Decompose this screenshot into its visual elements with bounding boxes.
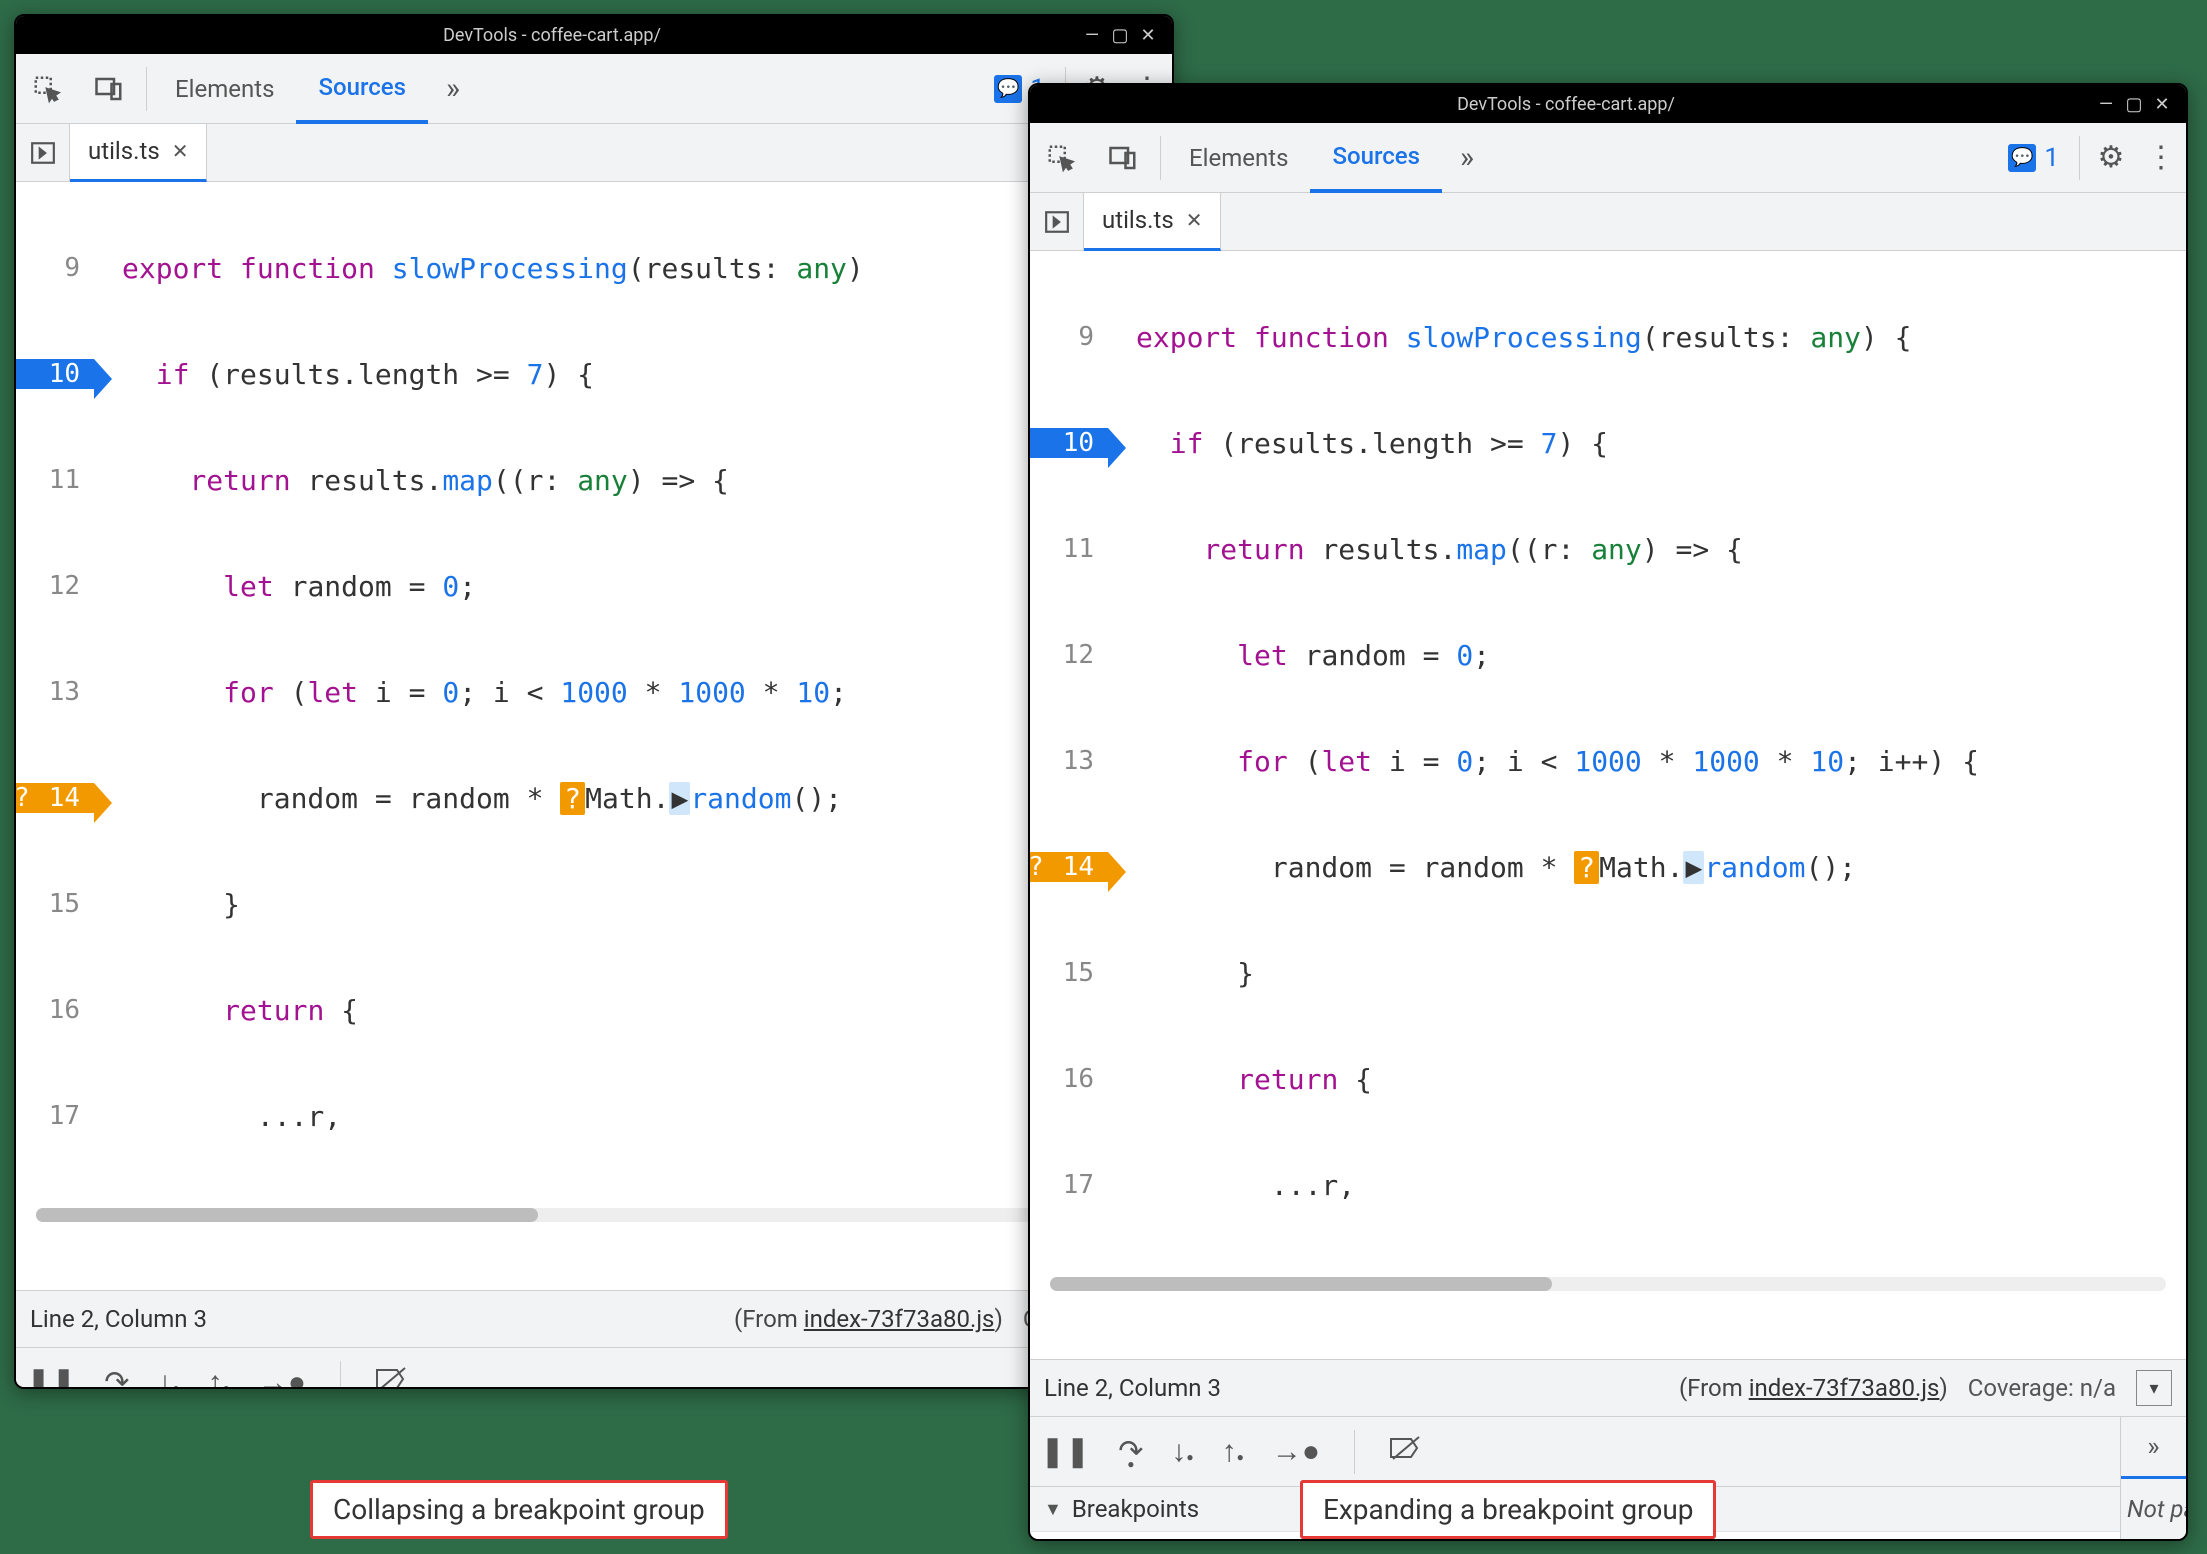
line-number-breakpoint[interactable]: 10: [16, 359, 94, 389]
collapse-icon: ▼: [1044, 1499, 1062, 1520]
close-tab-icon[interactable]: ✕: [172, 139, 189, 163]
caption-left: Collapsing a breakpoint group: [310, 1480, 728, 1539]
source-mapped-from: (From index-73f73a80.js): [734, 1305, 1003, 1333]
line-number[interactable]: 13: [16, 677, 94, 707]
file-tabs: utils.ts ✕: [1030, 193, 2186, 251]
tab-elements[interactable]: Elements: [1167, 123, 1310, 193]
step-out-icon[interactable]: ↑●: [208, 1365, 230, 1389]
mapped-source-link[interactable]: index-73f73a80.js: [1749, 1374, 1940, 1402]
file-name: utils.ts: [88, 137, 160, 165]
close-tab-icon[interactable]: ✕: [1186, 208, 1203, 232]
panel-title: Breakpoints: [1072, 1495, 1199, 1523]
step-into-icon[interactable]: ↓●: [157, 1365, 179, 1389]
tabs-more-icon[interactable]: »: [1442, 140, 1492, 175]
deactivate-breakpoints-icon[interactable]: [375, 1365, 409, 1389]
line-number-conditional-breakpoint[interactable]: 14: [16, 783, 94, 813]
not-paused-truncated: Not pa: [2121, 1479, 2186, 1541]
inspect-icon[interactable]: [16, 74, 78, 104]
show-navigator-icon[interactable]: [1030, 193, 1084, 251]
step-into-icon[interactable]: ↓●: [1171, 1434, 1193, 1469]
issues-count: 1: [2044, 143, 2059, 173]
main-toolbar: Elements Sources » 💬 1 ⚙ ⋮: [16, 54, 1172, 124]
step-over-icon[interactable]: ↷●: [1118, 1434, 1143, 1469]
window-title: DevTools - coffee-cart.app/: [26, 25, 1078, 46]
separator: [2079, 136, 2080, 180]
device-toggle-icon[interactable]: [78, 74, 140, 104]
more-icon[interactable]: ⋮: [2136, 123, 2186, 193]
details-toggle-icon[interactable]: ▾: [2136, 1370, 2172, 1406]
line-number[interactable]: 16: [16, 995, 94, 1025]
close-button[interactable]: ✕: [1134, 25, 1162, 46]
step-icon[interactable]: →●: [1272, 1434, 1320, 1469]
separator: [1160, 136, 1161, 180]
inspect-icon[interactable]: [1030, 143, 1092, 173]
line-number[interactable]: 11: [16, 465, 94, 495]
titlebar: DevTools - coffee-cart.app/ — ▢ ✕: [1030, 85, 2186, 123]
file-name: utils.ts: [1102, 206, 1174, 234]
step-icon[interactable]: →●: [258, 1365, 306, 1389]
source-mapped-from: (From index-73f73a80.js): [1679, 1374, 1948, 1402]
line-number[interactable]: 9: [1030, 322, 1108, 352]
main-toolbar: Elements Sources » 💬 1 ⚙ ⋮: [1030, 123, 2186, 193]
debugger-toolbar: ❚❚ ↷● ↓● ↑● →●: [1030, 1417, 2120, 1487]
mapped-source-link[interactable]: index-73f73a80.js: [804, 1305, 995, 1333]
line-number[interactable]: 9: [16, 253, 94, 283]
file-tab-utils[interactable]: utils.ts ✕: [1084, 193, 1221, 251]
code-editor[interactable]: 9export function slowProcessing(results:…: [1030, 251, 2186, 1359]
minimize-button[interactable]: —: [1078, 25, 1106, 46]
window-title: DevTools - coffee-cart.app/: [1040, 94, 2092, 115]
tab-elements[interactable]: Elements: [153, 54, 296, 124]
line-number[interactable]: 17: [16, 1101, 94, 1131]
settings-icon[interactable]: ⚙: [2086, 123, 2136, 193]
pause-icon[interactable]: ❚❚: [26, 1365, 76, 1389]
more-panels-icon[interactable]: »: [2121, 1417, 2186, 1479]
line-number-breakpoint[interactable]: 10: [1030, 428, 1108, 458]
step-out-icon[interactable]: ↑●: [1222, 1434, 1244, 1469]
line-number[interactable]: 15: [1030, 958, 1108, 988]
code-editor[interactable]: 9export function slowProcessing(results:…: [16, 182, 1172, 1290]
line-number[interactable]: 12: [1030, 640, 1108, 670]
status-bar: Line 2, Column 3 (From index-73f73a80.js…: [1030, 1359, 2186, 1417]
pause-icon[interactable]: ❚❚: [1040, 1434, 1090, 1469]
status-bar: Line 2, Column 3 (From index-73f73a80.js…: [16, 1290, 1172, 1348]
debugger-toolbar: ❚❚ ↷● ↓● ↑● →●: [16, 1348, 1172, 1389]
maximize-button[interactable]: ▢: [1106, 25, 1134, 46]
cursor-position: Line 2, Column 3: [1044, 1374, 1221, 1402]
devtools-window-collapsed: DevTools - coffee-cart.app/ — ▢ ✕ Elemen…: [14, 14, 1174, 1389]
issues-button[interactable]: 💬 1: [1994, 143, 2073, 173]
tabs-more-icon[interactable]: »: [428, 71, 478, 106]
line-number[interactable]: 15: [16, 889, 94, 919]
issues-icon: 💬: [994, 75, 1022, 103]
close-button[interactable]: ✕: [2148, 94, 2176, 115]
line-number[interactable]: 17: [1030, 1170, 1108, 1200]
separator: [146, 67, 147, 111]
file-tab-utils[interactable]: utils.ts ✕: [70, 124, 207, 182]
maximize-button[interactable]: ▢: [2120, 94, 2148, 115]
line-number[interactable]: 12: [16, 571, 94, 601]
file-tabs: utils.ts ✕: [16, 124, 1172, 182]
tab-sources[interactable]: Sources: [296, 54, 428, 124]
titlebar: DevTools - coffee-cart.app/ — ▢ ✕: [16, 16, 1172, 54]
coverage-text: Coverage: n/a: [1968, 1374, 2116, 1402]
line-number[interactable]: 16: [1030, 1064, 1108, 1094]
device-toggle-icon[interactable]: [1092, 143, 1154, 173]
horizontal-scrollbar[interactable]: [1050, 1277, 2166, 1291]
side-drawer: » Not pa: [2120, 1417, 2186, 1541]
issues-icon: 💬: [2008, 144, 2036, 172]
horizontal-scrollbar[interactable]: [36, 1208, 1152, 1222]
show-navigator-icon[interactable]: [16, 124, 70, 182]
caption-right: Expanding a breakpoint group: [1300, 1480, 1716, 1539]
step-over-icon[interactable]: ↷●: [104, 1365, 129, 1389]
deactivate-breakpoints-icon[interactable]: [1389, 1434, 1423, 1469]
tab-sources[interactable]: Sources: [1310, 123, 1442, 193]
line-number[interactable]: 11: [1030, 534, 1108, 564]
line-number-conditional-breakpoint[interactable]: 14: [1030, 852, 1108, 882]
minimize-button[interactable]: —: [2092, 94, 2120, 115]
cursor-position: Line 2, Column 3: [30, 1305, 207, 1333]
line-number[interactable]: 13: [1030, 746, 1108, 776]
devtools-window-expanded: DevTools - coffee-cart.app/ — ▢ ✕ Elemen…: [1028, 83, 2188, 1541]
